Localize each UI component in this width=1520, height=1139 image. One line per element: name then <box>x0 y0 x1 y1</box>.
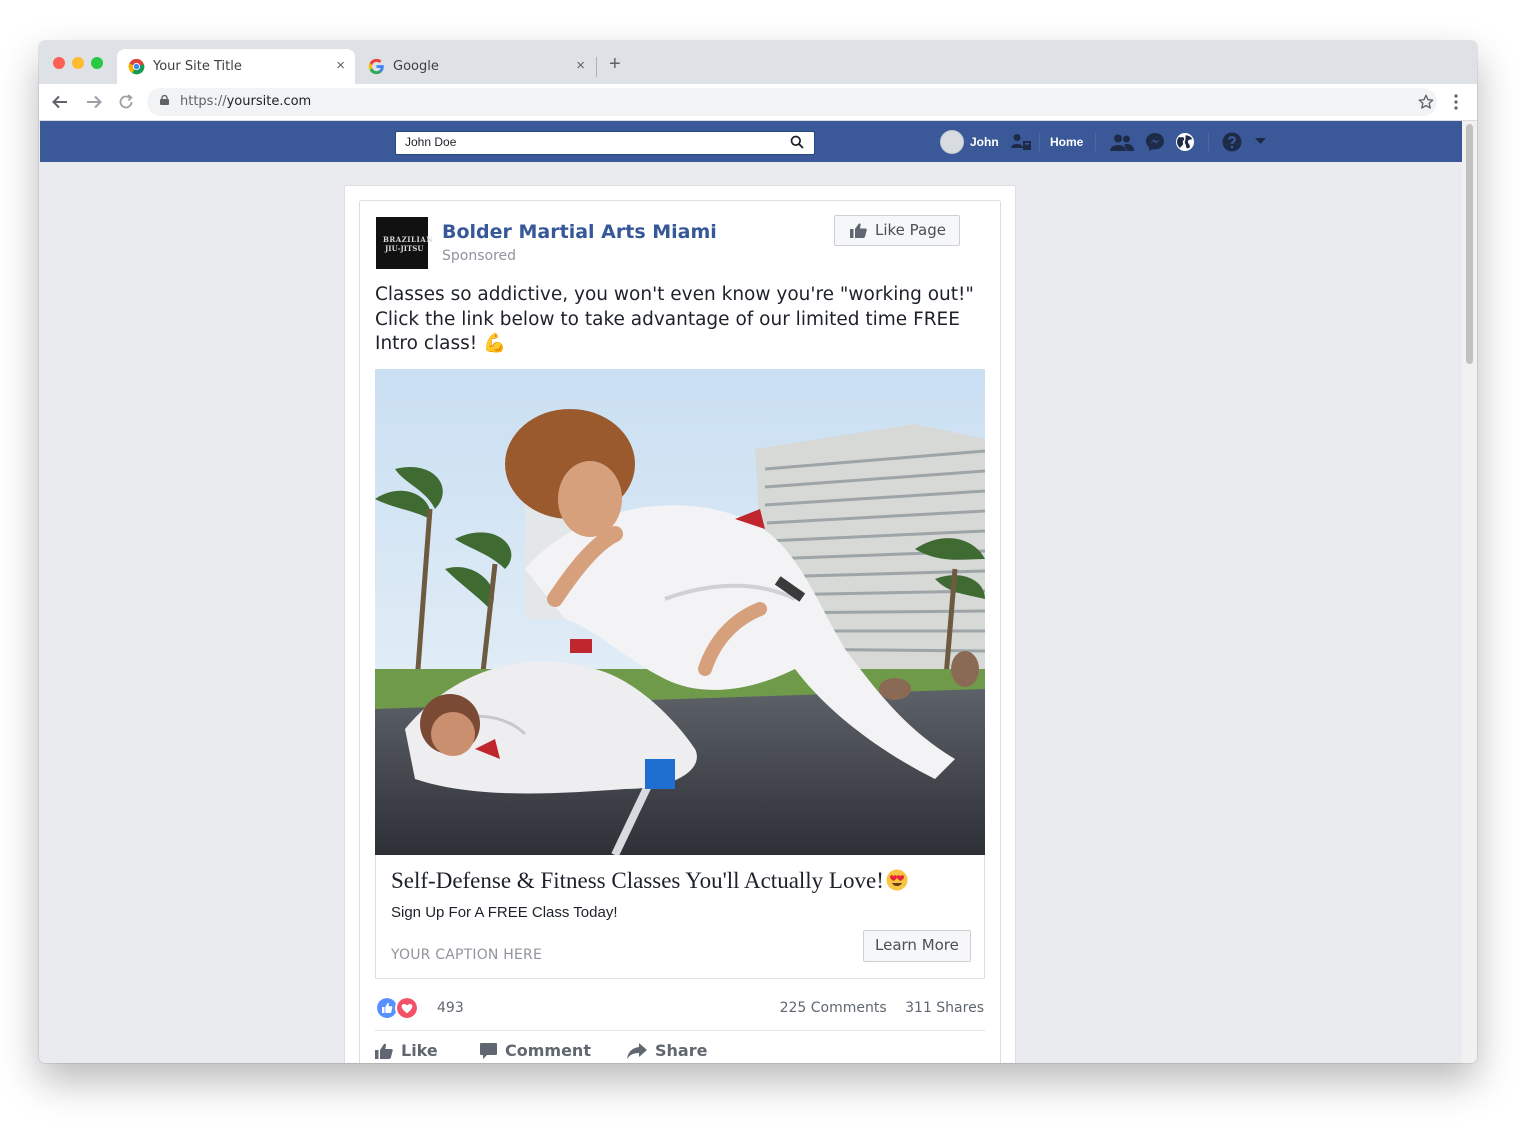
post-text-line: Click the link below to take advantage o… <box>375 308 960 355</box>
friend-requests-icon[interactable] <box>1110 134 1134 151</box>
avatar <box>940 129 964 154</box>
reaction-count: 493 <box>437 1000 464 1016</box>
page-avatar-logo[interactable]: BRAZILIAN JIU-JITSU <box>376 217 433 269</box>
like-page-button[interactable]: Like Page <box>834 215 960 246</box>
thumbs-up-icon <box>375 1043 393 1059</box>
page-name-link[interactable]: Bolder Martial Arts Miami <box>442 221 717 243</box>
logo-text: BRAZILIAN <box>383 235 434 244</box>
page-scrollbar[interactable] <box>1462 121 1477 1063</box>
heart-eyes-emoji-icon <box>886 869 908 891</box>
url-scheme: https:// <box>180 94 227 109</box>
fb-home-label: Home <box>1050 134 1084 149</box>
sponsored-post: BRAZILIAN JIU-JITSU Bolder Martial Arts … <box>359 200 1001 1063</box>
tab-close-icon[interactable]: × <box>336 57 345 74</box>
nav-divider <box>1208 133 1209 151</box>
browser-toolbar: https://yoursite.com <box>39 84 1477 121</box>
tab-divider <box>596 57 597 77</box>
back-arrow-icon[interactable] <box>51 93 69 111</box>
fb-profile-link[interactable]: John <box>940 121 999 162</box>
shares-count-link[interactable]: 311 Shares <box>905 1000 984 1016</box>
find-friends-icon[interactable] <box>1011 133 1033 152</box>
tab-title: Google <box>393 59 439 74</box>
close-window-button[interactable] <box>53 57 65 69</box>
ad-caption: YOUR CAPTION HERE <box>391 947 542 963</box>
fb-search-box[interactable] <box>395 131 815 155</box>
logo-text: JIU-JITSU <box>385 244 424 253</box>
tab-your-site[interactable]: Your Site Title × <box>117 49 355 84</box>
post-message: Classes so addictive, you won't even kno… <box>375 283 995 357</box>
link-preview[interactable]: Self-Defense & Fitness Classes You'll Ac… <box>375 855 985 979</box>
like-action-button[interactable]: Like <box>375 1041 438 1060</box>
address-bar[interactable]: https://yoursite.com <box>147 88 1437 116</box>
help-icon[interactable] <box>1222 132 1242 152</box>
search-icon[interactable] <box>790 135 804 149</box>
comment-icon <box>480 1042 497 1059</box>
share-action-label: Share <box>655 1041 708 1060</box>
like-page-label: Like Page <box>875 221 946 239</box>
divider <box>375 1030 985 1031</box>
minimize-window-button[interactable] <box>72 57 84 69</box>
ad-headline: Self-Defense & Fitness Classes You'll Ac… <box>391 868 908 894</box>
post-text-line: Classes so addictive, you won't even kno… <box>375 284 974 305</box>
ad-description: Sign Up For A FREE Class Today! <box>391 904 618 921</box>
share-arrow-icon <box>627 1042 647 1059</box>
bookmark-star-icon[interactable] <box>1417 93 1435 111</box>
fb-home-link[interactable]: Home <box>1050 121 1083 162</box>
thumbs-up-icon <box>850 223 867 238</box>
tab-title: Your Site Title <box>153 59 242 74</box>
notifications-globe-icon[interactable] <box>1175 132 1195 152</box>
scrollbar-thumb[interactable] <box>1466 124 1473 364</box>
tab-strip: Your Site Title × Google × + <box>39 41 1477 84</box>
sponsored-label: Sponsored <box>442 248 517 264</box>
feed-card: BRAZILIAN JIU-JITSU Bolder Martial Arts … <box>344 185 1016 1063</box>
fb-search-input[interactable] <box>405 135 765 149</box>
share-action-button[interactable]: Share <box>627 1041 707 1060</box>
fb-user-name: John <box>970 134 999 149</box>
ad-headline-text: Self-Defense & Fitness Classes You'll Ac… <box>391 868 884 893</box>
url-text: https://yoursite.com <box>180 94 311 109</box>
engagement-counts: 225 Comments 311 Shares <box>766 1000 984 1016</box>
lock-icon <box>160 95 169 105</box>
nav-divider <box>1039 133 1040 151</box>
learn-more-button[interactable]: Learn More <box>863 930 971 962</box>
more-menu-icon[interactable] <box>1453 94 1459 110</box>
chrome-icon <box>128 58 145 75</box>
reload-icon[interactable] <box>117 93 135 111</box>
new-tab-button[interactable]: + <box>609 53 621 76</box>
messenger-icon[interactable] <box>1145 132 1165 152</box>
nav-divider <box>1095 133 1096 151</box>
ad-photo-jiu-jitsu[interactable] <box>375 369 985 855</box>
zoom-window-button[interactable] <box>91 57 103 69</box>
chevron-down-icon[interactable] <box>1255 138 1266 145</box>
comments-count-link[interactable]: 225 Comments <box>780 1000 887 1016</box>
facebook-top-bar: John Home <box>40 121 1462 162</box>
tab-google[interactable]: Google × <box>357 49 595 84</box>
love-reaction-icon <box>395 996 419 1020</box>
browser-window: Your Site Title × Google × + https://you… <box>39 41 1477 1063</box>
tab-close-icon[interactable]: × <box>576 57 585 74</box>
forward-arrow-icon[interactable] <box>85 93 103 111</box>
url-host: yoursite.com <box>226 94 312 109</box>
google-icon <box>368 58 384 75</box>
learn-more-label: Learn More <box>875 936 959 954</box>
like-action-label: Like <box>401 1041 438 1060</box>
comment-action-button[interactable]: Comment <box>480 1041 591 1060</box>
page-viewport: John Home <box>39 121 1477 1063</box>
comment-action-label: Comment <box>505 1041 591 1060</box>
